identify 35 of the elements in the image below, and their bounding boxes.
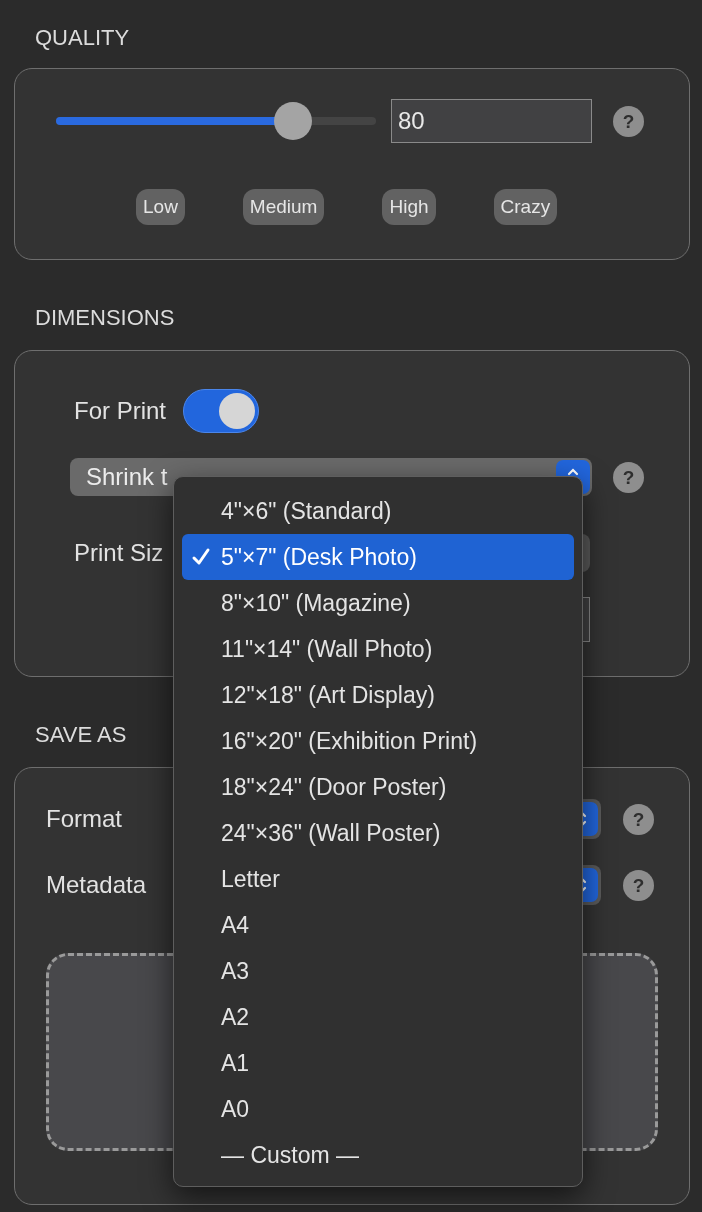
menu-item[interactable]: — Custom — xyxy=(182,1132,574,1178)
menu-item[interactable]: Letter xyxy=(182,856,574,902)
menu-item[interactable]: 4"×6" (Standard) xyxy=(182,488,574,534)
field-label: Metadata xyxy=(46,870,147,900)
check-icon xyxy=(191,547,211,567)
slider[interactable] xyxy=(56,102,376,140)
section-heading: DIMENSIONS xyxy=(35,304,175,332)
toggle-label: For Print xyxy=(74,396,166,426)
field-label: Print Siz xyxy=(74,538,164,568)
preset-button[interactable]: Crazy xyxy=(493,189,558,225)
field-label: Format xyxy=(46,804,122,834)
menu-item[interactable]: A4 xyxy=(182,902,574,948)
preset-button[interactable]: Low xyxy=(136,189,185,225)
menu-item[interactable]: A3 xyxy=(182,948,574,994)
popup-value: Shrink t xyxy=(86,462,168,492)
menu-item[interactable]: A2 xyxy=(182,994,574,1040)
menu-item[interactable]: A1 xyxy=(182,1040,574,1086)
help-button[interactable]: ? xyxy=(613,105,644,137)
menu-item[interactable]: 24"×36" (Wall Poster) xyxy=(182,810,574,856)
menu-item[interactable]: 16"×20" (Exhibition Print) xyxy=(182,718,574,764)
section-heading: SAVE AS xyxy=(35,721,127,749)
help-button[interactable]: ? xyxy=(623,803,654,835)
toggle-switch[interactable] xyxy=(183,389,259,433)
menu-item[interactable]: 5"×7" (Desk Photo) xyxy=(182,534,574,580)
preset-button[interactable]: High xyxy=(382,189,436,225)
value-field[interactable]: 80 xyxy=(391,99,592,143)
help-button[interactable]: ? xyxy=(613,461,644,493)
preset-button[interactable]: Medium xyxy=(242,189,325,225)
menu-item[interactable]: 12"×18" (Art Display) xyxy=(182,672,574,718)
menu-item[interactable]: 11"×14" (Wall Photo) xyxy=(182,626,574,672)
menu-item[interactable]: 18"×24" (Door Poster) xyxy=(182,764,574,810)
section-heading: QUALITY xyxy=(35,24,130,52)
help-button[interactable]: ? xyxy=(623,869,654,901)
menu-item[interactable]: A0 xyxy=(182,1086,574,1132)
menu-item[interactable]: 8"×10" (Magazine) xyxy=(182,580,574,626)
